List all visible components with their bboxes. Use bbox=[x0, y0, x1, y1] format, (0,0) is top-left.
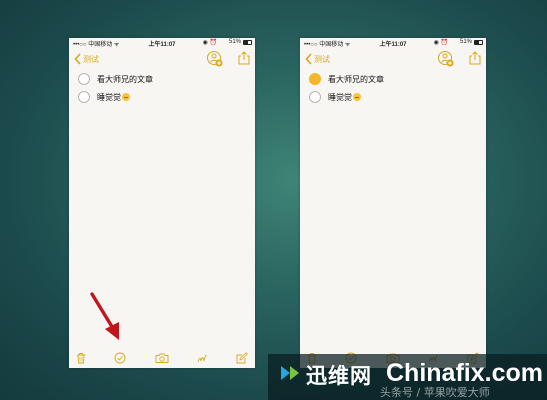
checkbox-circle[interactable] bbox=[309, 91, 321, 103]
list-item[interactable]: 睡觉觉 bbox=[69, 89, 255, 107]
note-text: 睡觉觉 bbox=[328, 92, 361, 103]
smiley-emoji-icon bbox=[122, 93, 130, 101]
nav-bar: 测试 bbox=[300, 50, 486, 68]
alarm-icon: ◉ ⏰ bbox=[202, 40, 217, 46]
note-text: 睡觉觉 bbox=[97, 92, 130, 103]
red-arrow-icon bbox=[90, 292, 119, 340]
share-icon[interactable] bbox=[238, 51, 250, 65]
smiley-emoji-icon bbox=[353, 93, 361, 101]
note-text-value: 睡觉觉 bbox=[97, 93, 121, 102]
back-button[interactable]: 测试 bbox=[83, 54, 99, 65]
clock: 上午11:07 bbox=[148, 42, 176, 48]
battery-icon bbox=[474, 40, 483, 45]
compose-icon[interactable] bbox=[236, 352, 248, 364]
checkmark-circle-icon[interactable] bbox=[114, 352, 126, 364]
list-item[interactable]: 看大师兄的文章 bbox=[69, 71, 255, 89]
chevron-left-icon[interactable] bbox=[74, 53, 81, 65]
battery-icon bbox=[243, 40, 252, 45]
checkbox-circle-checked[interactable] bbox=[309, 73, 321, 85]
trash-icon[interactable] bbox=[75, 352, 87, 364]
note-text: 看大师兄的文章 bbox=[97, 75, 153, 84]
camera-icon[interactable] bbox=[155, 352, 169, 364]
note-text-value: 睡觉觉 bbox=[328, 93, 352, 102]
bottom-toolbar bbox=[69, 348, 255, 368]
chinafix-logo-icon bbox=[281, 366, 299, 380]
back-button[interactable]: 测试 bbox=[314, 54, 330, 65]
share-icon[interactable] bbox=[469, 51, 481, 65]
alarm-icon: ◉ ⏰ bbox=[433, 40, 448, 46]
checkbox-circle[interactable] bbox=[78, 73, 90, 85]
phone-screen-after: •••○○ 中国移动 ᯤ 上午11:07 ◉ ⏰ 51% 测试 看大师兄的文章 … bbox=[300, 38, 486, 368]
watermark-subtitle: 头条号 / 苹果吹爱大师 bbox=[380, 386, 490, 399]
chevron-left-icon[interactable] bbox=[305, 53, 312, 65]
battery-percent: 51% bbox=[228, 39, 241, 45]
sketch-icon[interactable] bbox=[196, 352, 208, 364]
checkbox-circle[interactable] bbox=[78, 91, 90, 103]
note-text: 看大师兄的文章 bbox=[328, 75, 384, 84]
checklist: 看大师兄的文章 睡觉觉 bbox=[69, 71, 255, 107]
clock: 上午11:07 bbox=[379, 42, 407, 48]
status-bar: •••○○ 中国移动 ᯤ 上午11:07 ◉ ⏰ 51% bbox=[69, 38, 255, 48]
watermark: 迅维网 Chinafix.com 头条号 / 苹果吹爱大师 bbox=[268, 354, 547, 400]
status-bar: •••○○ 中国移动 ᯤ 上午11:07 ◉ ⏰ 51% bbox=[300, 38, 486, 48]
watermark-chinese: 迅维网 bbox=[306, 364, 372, 388]
battery-percent: 51% bbox=[459, 39, 472, 45]
checklist: 看大师兄的文章 睡觉觉 bbox=[300, 71, 486, 107]
list-item[interactable]: 睡觉觉 bbox=[300, 89, 486, 107]
nav-bar: 测试 bbox=[69, 50, 255, 68]
add-person-icon[interactable] bbox=[207, 51, 223, 67]
add-person-icon[interactable] bbox=[438, 51, 454, 67]
list-item[interactable]: 看大师兄的文章 bbox=[300, 71, 486, 89]
